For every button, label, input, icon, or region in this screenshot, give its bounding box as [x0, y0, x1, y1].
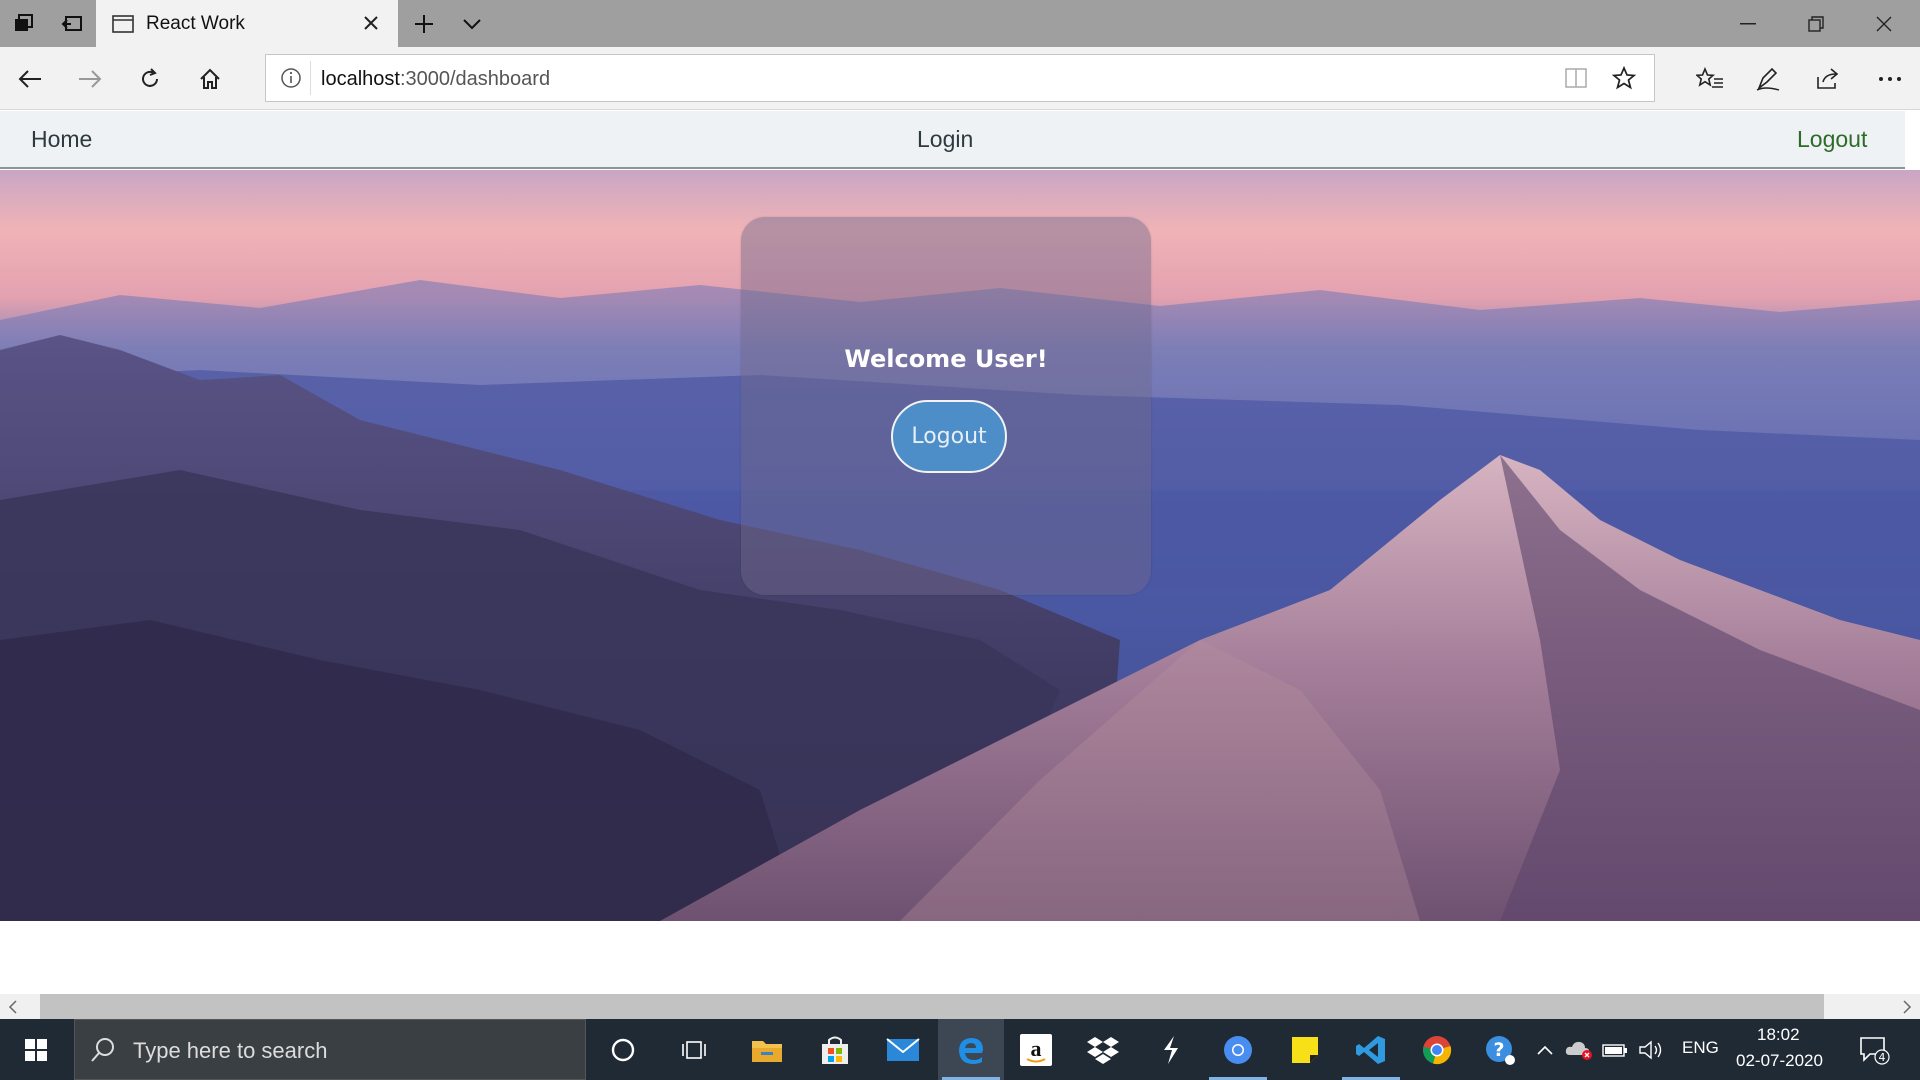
restore-icon[interactable]	[1792, 0, 1840, 47]
cortana-icon[interactable]	[590, 1019, 656, 1080]
tab-title: React Work	[146, 13, 245, 34]
svg-text:a: a	[1031, 1036, 1042, 1061]
welcome-card: Welcome User! Logout	[741, 217, 1151, 595]
language-indicator[interactable]: ENG	[1682, 1038, 1719, 1058]
onedrive-error-icon[interactable]	[1562, 1019, 1596, 1080]
nav-logout-link[interactable]: Logout	[1797, 126, 1867, 153]
new-tab-icon[interactable]	[400, 0, 448, 47]
chrome-icon[interactable]	[1404, 1019, 1470, 1080]
app-navbar: Home Login Logout	[0, 111, 1905, 169]
page-icon	[112, 15, 134, 33]
browser-tab[interactable]: React Work	[96, 0, 398, 47]
logout-button[interactable]: Logout	[891, 400, 1007, 473]
chrome-blue-icon[interactable]	[1205, 1019, 1271, 1080]
scroll-right-icon[interactable]	[1902, 1000, 1912, 1014]
dropbox-icon[interactable]	[1070, 1019, 1136, 1080]
more-icon[interactable]	[1862, 47, 1918, 110]
chevron-up-icon[interactable]	[1530, 1019, 1560, 1080]
welcome-heading: Welcome User!	[844, 345, 1048, 373]
back-arrow-icon[interactable]	[2, 47, 58, 110]
mountain-background-image: Welcome User! Logout	[0, 170, 1920, 921]
set-tabs-aside-icon[interactable]	[48, 0, 96, 47]
microsoft-store-icon[interactable]	[802, 1019, 868, 1080]
scrollbar-thumb[interactable]	[40, 994, 1824, 1019]
vscode-icon[interactable]	[1338, 1019, 1404, 1080]
info-icon[interactable]	[280, 67, 302, 89]
refresh-icon[interactable]	[122, 47, 178, 110]
mail-icon[interactable]	[870, 1019, 936, 1080]
notification-count: 4	[1879, 1051, 1886, 1064]
notification-center-icon[interactable]: 4	[1845, 1019, 1903, 1080]
sublime-text-icon[interactable]	[1138, 1019, 1204, 1080]
windows-taskbar: Type here to search a ? ENG 18:02 02-07-…	[0, 1019, 1920, 1080]
volume-icon[interactable]	[1634, 1019, 1668, 1080]
windows-start-icon[interactable]	[2, 1019, 70, 1080]
reading-view-icon[interactable]	[1564, 67, 1588, 89]
help-icon[interactable]: ?	[1470, 1019, 1530, 1080]
scroll-left-icon[interactable]	[8, 1000, 18, 1014]
horizontal-scrollbar[interactable]	[0, 994, 1920, 1019]
tab-actions-icon[interactable]	[0, 0, 48, 47]
task-view-icon[interactable]	[662, 1019, 728, 1080]
favorites-icon[interactable]	[1682, 47, 1738, 110]
clock-date[interactable]: 02-07-2020	[1736, 1051, 1823, 1071]
battery-icon[interactable]	[1598, 1019, 1632, 1080]
edge-browser-icon[interactable]	[938, 1019, 1004, 1080]
file-explorer-icon[interactable]	[734, 1019, 800, 1080]
chevron-down-icon[interactable]	[448, 0, 496, 47]
address-bar[interactable]: localhost:3000/dashboard	[265, 54, 1655, 102]
sticky-notes-icon[interactable]	[1272, 1019, 1338, 1080]
browser-toolbar: localhost:3000/dashboard	[0, 47, 1920, 110]
clock-time[interactable]: 18:02	[1757, 1025, 1800, 1045]
forward-arrow-icon[interactable]	[62, 47, 118, 110]
svg-text:?: ?	[1493, 1039, 1504, 1061]
search-icon	[91, 1038, 114, 1062]
nav-home-link[interactable]: Home	[31, 126, 92, 153]
pen-icon[interactable]	[1740, 47, 1796, 110]
star-icon[interactable]	[1612, 66, 1636, 90]
close-tab-icon[interactable]	[362, 14, 380, 32]
taskbar-search-box[interactable]: Type here to search	[74, 1019, 586, 1080]
amazon-icon[interactable]: a	[1003, 1019, 1069, 1080]
nav-login-link[interactable]: Login	[917, 126, 973, 153]
share-icon[interactable]	[1800, 47, 1856, 110]
web-page: Home Login Logout Welcome User! Logout	[0, 111, 1920, 995]
search-placeholder: Type here to search	[133, 1038, 328, 1063]
close-window-icon[interactable]	[1860, 0, 1908, 47]
browser-title-bar: React Work	[0, 0, 1920, 47]
minimize-icon[interactable]	[1724, 0, 1772, 47]
url-text: localhost:3000/dashboard	[321, 68, 551, 90]
home-icon[interactable]	[182, 47, 238, 110]
